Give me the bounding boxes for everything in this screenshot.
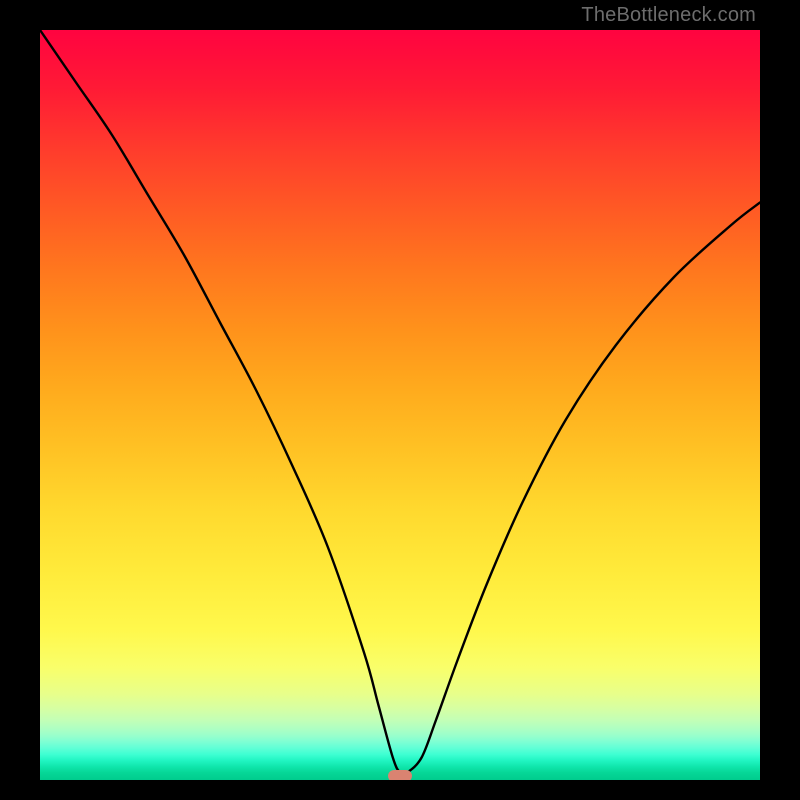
optimum-marker <box>388 770 412 781</box>
chart-frame: TheBottleneck.com <box>0 0 800 800</box>
watermark-text: TheBottleneck.com <box>581 4 756 27</box>
plot-area <box>40 30 760 780</box>
bottleneck-curve <box>40 30 760 780</box>
